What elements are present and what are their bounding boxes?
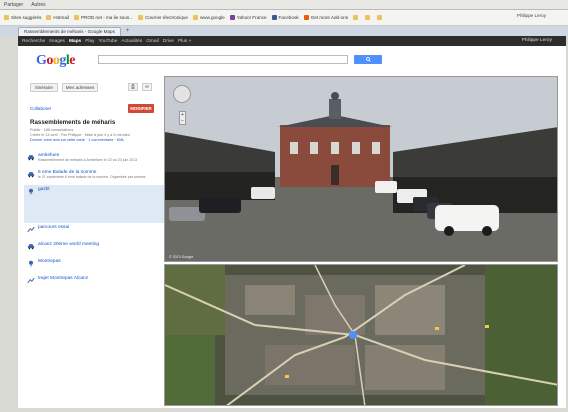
itinerary-button[interactable]: Itinéraire [30, 83, 58, 92]
bookmarks-user[interactable]: Philippe Leroy [517, 13, 546, 18]
list-item[interactable]: trajet Montrepas Alcanz [24, 274, 172, 291]
bookmark-item[interactable] [353, 15, 360, 20]
list-item[interactable]: 6 eme Balade de la somme le 21 septembre… [24, 168, 172, 185]
bookmark-icon [192, 15, 198, 20]
item-desc: le 21 septembre 6 eme balade de la somme… [38, 175, 146, 179]
gbar-drive[interactable]: Drive [163, 39, 174, 44]
left-panel: Itinéraire Mes adresses ⎙ ∞ Collaborer M… [24, 74, 172, 404]
location-marker [349, 331, 357, 339]
bookmark-item[interactable]: www.google [192, 15, 225, 20]
account-name[interactable]: Philippe Leroy [522, 38, 552, 43]
list-item[interactable]: alcanz 20eme world meeting [24, 240, 172, 257]
list-item[interactable]: parcours essai [24, 223, 172, 240]
bookmark-icon [73, 15, 79, 20]
gbar-search[interactable]: Recherche [22, 39, 45, 44]
item-desc: Rassemblement de méharis à Ambefuen le 2… [38, 158, 138, 162]
bookmark-label: Sites suggérés [11, 15, 42, 20]
item-title[interactable]: Montrepas [38, 259, 170, 264]
satellite-map[interactable] [164, 264, 558, 406]
print-icon[interactable]: ⎙ [128, 83, 138, 91]
path-icon [27, 226, 35, 233]
other-menu[interactable]: Autres [31, 2, 45, 8]
list-item[interactable]: gazbl [24, 185, 172, 223]
search-icon [365, 57, 371, 62]
bookmark-label: Hotmail [53, 15, 69, 20]
my-addresses-button[interactable]: Mes adresses [62, 83, 98, 92]
gbar-play[interactable]: Play [85, 39, 94, 44]
os-toolbar: Partager Autres [0, 0, 568, 10]
bookmark-item[interactable]: Courrier électronique [138, 15, 188, 20]
bookmark-label: Facebook [278, 15, 299, 20]
bookmark-icon [138, 15, 144, 20]
bookmark-icon [4, 15, 9, 20]
car-icon [27, 172, 35, 178]
bookmark-item[interactable]: Yahoo! France [229, 15, 267, 20]
bookmark-label: Yahoo! France [236, 15, 267, 20]
bookmark-label: Get more Add-ons [310, 15, 349, 20]
bookmark-icon [377, 15, 383, 20]
pin-icon [29, 260, 33, 267]
car-icon [27, 155, 35, 161]
gbar-news[interactable]: Actualités [121, 39, 142, 44]
bookmark-item[interactable]: Facebook [271, 15, 299, 20]
gbar-images[interactable]: Images [49, 39, 65, 44]
item-title[interactable]: alcanz 20eme world meeting [38, 242, 170, 247]
gbar-gmail[interactable]: Gmail [146, 39, 159, 44]
logo-letter: e [69, 53, 75, 68]
bookmark-item[interactable]: Sites suggérés [4, 15, 41, 20]
share-menu[interactable]: Partager [4, 2, 23, 8]
bookmark-icon [365, 15, 371, 20]
car-icon [27, 244, 35, 250]
gbar-more[interactable]: Plus » [178, 39, 191, 44]
link-icon[interactable]: ∞ [142, 83, 152, 91]
google-logo[interactable]: Google [36, 53, 75, 69]
bookmark-icon [46, 15, 52, 20]
bookmark-item[interactable]: Hotmail [46, 15, 69, 20]
tab-active[interactable]: Rassemblements de méharis - Google Maps [18, 27, 121, 36]
list-item[interactable]: Montrepas [24, 257, 172, 274]
bookmark-item[interactable]: PROD.net - ma lie sous... [73, 15, 134, 20]
map-title: Rassemblements de méharis [30, 119, 116, 126]
maps-page: Google Itinéraire Mes adresses ⎙ ∞ Colla… [18, 46, 566, 408]
bookmark-label: PROD.net - ma lie sous... [80, 15, 134, 20]
facebook-icon [271, 15, 277, 20]
street-view-image [165, 77, 557, 261]
street-view-caption: © 2013 Google [169, 255, 194, 259]
meta-line[interactable]: Donner votre avis sur cette carte · 1 co… [30, 138, 170, 143]
bookmark-item[interactable] [365, 15, 372, 20]
list-item[interactable]: ambefuen Rassemblement de méharis à Ambe… [24, 151, 172, 168]
pin-icon [29, 188, 33, 195]
search-button[interactable] [354, 55, 382, 64]
path-icon [27, 277, 35, 284]
bookmarks-bar: Sites suggérés Hotmail PROD.net - ma lie… [0, 10, 568, 26]
search-input[interactable] [98, 55, 348, 64]
zoom-control[interactable]: + − [179, 111, 186, 125]
bookmark-icon [229, 15, 235, 20]
bookmark-label: www.google [199, 15, 225, 20]
item-title[interactable]: gazbl [38, 187, 170, 192]
logo-letter: G [36, 53, 47, 68]
bookmark-icon [303, 15, 309, 20]
gbar-youtube[interactable]: YouTube [99, 39, 118, 44]
bookmark-item[interactable] [377, 15, 384, 20]
tab-strip: Rassemblements de méharis - Google Maps … [0, 26, 568, 36]
map-meta: Public · 166 consultations Créée le 14 a… [30, 128, 170, 143]
street-view-panel[interactable]: + − © 2013 Google [164, 76, 558, 262]
logo-text: Google [36, 53, 75, 68]
bookmark-item[interactable]: Get more Add-ons [303, 15, 349, 20]
modify-button[interactable]: MODIFIER [128, 104, 154, 113]
pan-control[interactable] [173, 85, 191, 103]
item-title[interactable]: trajet Montrepas Alcanz [38, 276, 170, 281]
new-tab-icon[interactable]: + [121, 27, 135, 36]
gbar-maps[interactable]: Maps [69, 39, 81, 44]
google-bar: Recherche Images Maps Play YouTube Actua… [18, 36, 566, 46]
bookmark-icon [353, 15, 359, 20]
satellite-image [165, 265, 557, 405]
item-title[interactable]: parcours essai [38, 225, 170, 230]
bookmark-label: Courrier électronique [145, 15, 188, 20]
collaborate-link[interactable]: Collaborer [30, 106, 51, 111]
placemark-list: ambefuen Rassemblement de méharis à Ambe… [24, 151, 172, 291]
